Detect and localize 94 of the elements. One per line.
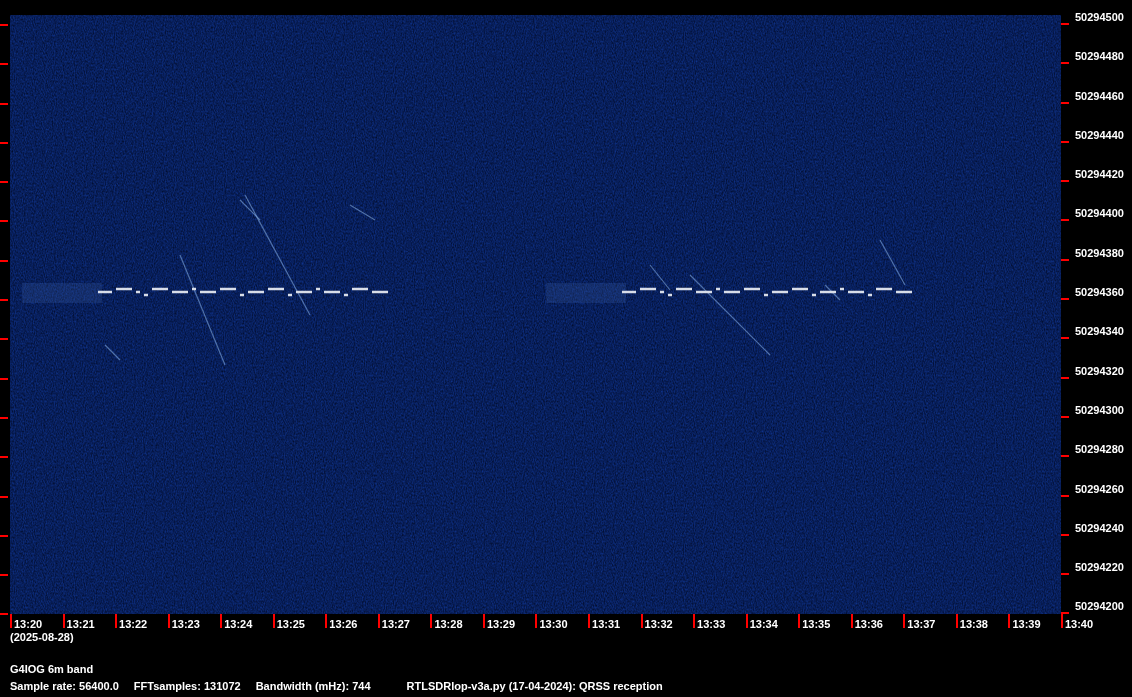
tick-mark <box>0 141 8 144</box>
time-label: 13:27 <box>381 617 410 631</box>
tick-mark <box>62 614 65 628</box>
tick-mark <box>377 614 380 628</box>
tick-mark <box>0 613 8 616</box>
tick-mark <box>588 614 590 628</box>
time-label: 13:20 <box>14 617 43 631</box>
frequency-label: 50294260 <box>1075 481 1124 497</box>
station-label: G4IOG 6m band <box>10 662 95 676</box>
time-label: 13:28 <box>434 617 463 631</box>
tick-mark <box>798 614 801 628</box>
tick-mark <box>0 259 8 262</box>
tick-mark <box>0 24 8 26</box>
time-label: 13:36 <box>854 617 883 631</box>
frequency-label: 50294360 <box>1075 285 1124 301</box>
tick-mark <box>272 614 275 628</box>
tick-mark <box>1061 455 1069 458</box>
tick-mark <box>1061 180 1069 183</box>
frequency-label: 50294200 <box>1075 599 1124 615</box>
tick-mark <box>850 614 853 628</box>
tick-mark <box>0 377 8 380</box>
frequency-label: 50294240 <box>1075 520 1124 536</box>
tick-mark <box>1061 415 1069 418</box>
tick-mark <box>903 614 906 628</box>
frequency-label: 50294380 <box>1075 245 1124 261</box>
tick-mark <box>535 614 538 628</box>
tick-mark <box>1061 140 1069 143</box>
tick-mark <box>1061 298 1069 301</box>
time-label: 13:24 <box>224 617 253 631</box>
tick-mark <box>1061 23 1069 25</box>
tick-mark <box>1061 494 1069 497</box>
frequency-label: 50294420 <box>1075 167 1124 183</box>
frequency-label: 50294320 <box>1075 363 1124 379</box>
tick-mark <box>693 614 696 628</box>
time-label: 13:37 <box>907 617 936 631</box>
time-label: 13:29 <box>486 617 516 631</box>
info-text: Bandwidth (mHz): 744 <box>255 679 371 693</box>
time-label: 13:31 <box>592 617 621 631</box>
frequency-label: 50294300 <box>1075 402 1124 418</box>
info-text: FFTsamples: 131072 <box>133 679 241 693</box>
tick-mark <box>0 456 8 459</box>
time-label: 13:23 <box>171 617 200 631</box>
time-label: 13:21 <box>66 617 95 631</box>
tick-mark <box>325 614 328 628</box>
tick-mark <box>0 220 8 223</box>
tick-mark <box>0 63 8 66</box>
tick-mark <box>0 181 8 184</box>
time-label: 13:35 <box>802 617 831 631</box>
tick-mark <box>10 614 12 628</box>
time-label: 13:30 <box>539 617 568 631</box>
time-label: 13:39 <box>1012 617 1041 631</box>
tick-mark <box>0 574 8 577</box>
tick-mark <box>1061 101 1069 104</box>
time-label: 13:32 <box>644 617 673 631</box>
tick-mark <box>0 534 8 537</box>
tick-mark <box>955 614 958 628</box>
time-label: 13:26 <box>329 617 358 631</box>
tick-mark <box>1061 219 1069 222</box>
tick-mark <box>640 614 643 628</box>
tick-mark <box>1061 533 1069 536</box>
frequency-label: 50294440 <box>1075 127 1124 143</box>
tick-mark <box>115 614 118 628</box>
tick-mark <box>167 614 170 628</box>
frequency-label: 50294280 <box>1075 442 1124 458</box>
tick-mark <box>0 416 8 419</box>
tick-mark <box>220 614 223 628</box>
time-label: 13:38 <box>959 617 988 631</box>
info-text: RTLSDRlop-v3a.py (17-04-2024): QRSS reception <box>406 679 663 693</box>
tick-mark <box>1061 573 1069 576</box>
time-label: 13:40 <box>1064 617 1094 631</box>
frequency-label: 50294220 <box>1075 560 1124 576</box>
frequency-label: 50294460 <box>1075 88 1124 104</box>
time-label: 13:25 <box>276 617 305 631</box>
frequency-label: 50294480 <box>1075 49 1124 65</box>
tick-mark <box>482 614 485 628</box>
frequency-label: 50294500 <box>1075 10 1124 25</box>
time-label: 13:34 <box>749 617 778 631</box>
tick-mark <box>0 495 8 498</box>
frequency-label: 50294400 <box>1075 206 1124 222</box>
tick-mark <box>1061 337 1069 340</box>
tick-mark <box>0 299 8 302</box>
info-text: Sample rate: 56400.0 <box>10 679 119 693</box>
frequency-label: 50294340 <box>1075 324 1124 340</box>
tick-mark <box>745 614 748 628</box>
time-label: 13:22 <box>119 617 148 631</box>
tick-mark <box>1061 376 1069 379</box>
tick-mark <box>430 614 433 628</box>
time-label: 13:33 <box>697 617 726 631</box>
tick-mark <box>1008 614 1011 628</box>
tick-mark <box>0 338 8 341</box>
tick-mark <box>1061 62 1069 65</box>
date-label: (2025-08-28) <box>10 630 75 644</box>
tick-mark <box>1061 258 1069 261</box>
tick-mark <box>0 102 8 105</box>
